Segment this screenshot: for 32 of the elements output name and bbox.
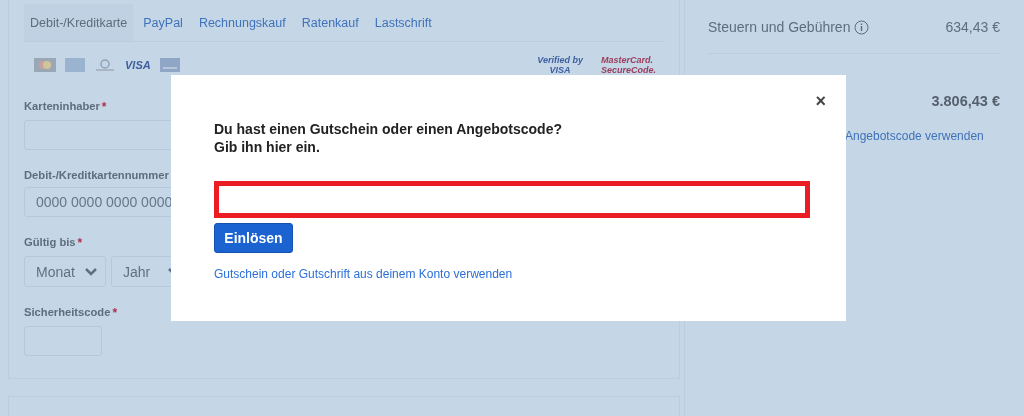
total-price: 3.806,43 € — [931, 93, 1000, 109]
verified-logo: Verified by VISA — [537, 55, 583, 75]
card-logo-icon — [94, 58, 116, 72]
chevron-down-icon — [85, 267, 97, 276]
fee-label: Steuern und Gebühren — [708, 19, 851, 35]
required-mark: * — [77, 236, 83, 250]
card-logo-icon — [65, 58, 85, 72]
payment-tab[interactable]: Ratenkauf — [295, 4, 365, 41]
redeem-button[interactable]: Einlösen — [214, 223, 293, 253]
card-logo-icon — [159, 58, 180, 72]
voucher-input[interactable] — [214, 181, 810, 218]
dialog-title: Du hast einen Gutschein oder einen Angebotscode? — [214, 120, 563, 138]
close-button[interactable]: × — [815, 92, 826, 110]
field-label: Debit-/Kreditkartennummer — [24, 169, 169, 181]
dialog-title: Gib ihn hier ein. — [214, 138, 321, 156]
field-label: Sicherheitscode — [24, 306, 111, 320]
info-icon[interactable] — [854, 19, 870, 35]
field-label: Karteninhaber — [24, 100, 100, 114]
required-mark: * — [101, 100, 107, 114]
field-label: Gültig bis — [24, 236, 76, 250]
payment-tab[interactable]: PayPal — [137, 4, 189, 41]
card-logo: VISA — [125, 59, 151, 71]
securecode-logo: MasterCard. SecureCode. — [600, 55, 656, 75]
promo-link[interactable]: Angebotscode verwenden — [845, 129, 984, 143]
payment-tab[interactable]: Lastschrift — [368, 4, 438, 41]
payment-tab[interactable]: Rechnungskauf — [192, 4, 292, 41]
card-logo-icon — [34, 58, 56, 72]
account-credit-link[interactable]: Gutschein oder Gutschrift aus deinem Konto verwenden — [214, 267, 513, 281]
required-mark: * — [112, 306, 118, 320]
select-field[interactable]: Monat — [24, 256, 106, 287]
fee-value: 634,43 € — [945, 19, 1000, 35]
payment-tab[interactable]: Debit-/Kreditkarte — [24, 4, 134, 41]
